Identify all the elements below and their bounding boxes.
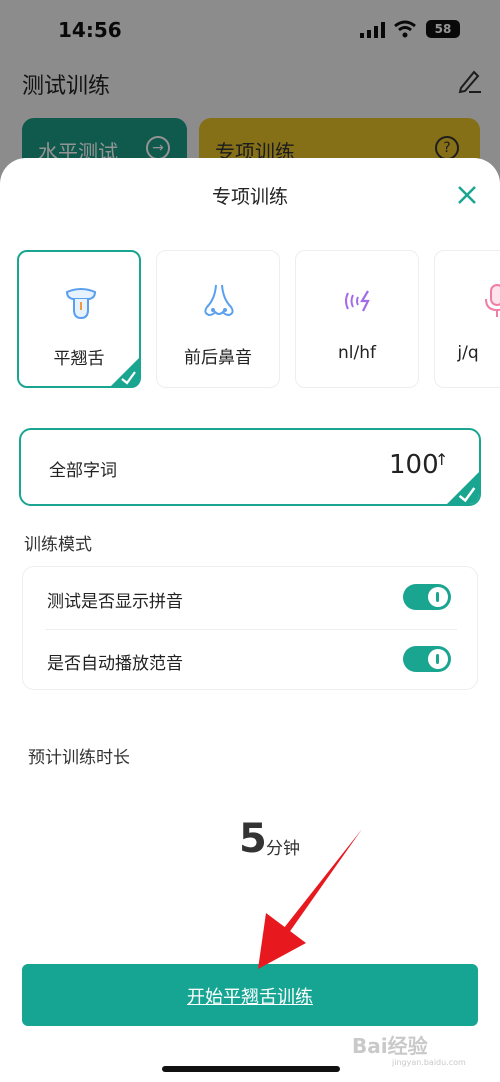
microphone-icon [485, 284, 500, 317]
word-scope-label: 全部字词 [49, 461, 117, 481]
toggle-knob [428, 649, 448, 669]
word-count: 100 [389, 450, 439, 480]
home-indicator[interactable] [162, 1066, 340, 1072]
start-training-label: 开始平翘舌训练 [187, 987, 313, 1008]
watermark: Bai经验 jingyan.baidu.com [352, 1030, 492, 1068]
mode-row-show-pinyin: 测试是否显示拼音 [23, 567, 477, 630]
category-card-pingqiaoshe[interactable]: 平翘舌 [17, 250, 141, 388]
nose-icon [204, 284, 234, 317]
mode-row-autoplay: 是否自动播放范音 [23, 629, 477, 691]
mode-section-title: 训练模式 [24, 535, 92, 555]
mode-options: 测试是否显示拼音 是否自动播放范音 [22, 566, 478, 690]
category-label: nl/hf [338, 343, 376, 363]
duration-title: 预计训练时长 [28, 748, 130, 768]
autoplay-label: 是否自动播放范音 [47, 654, 183, 674]
category-card-nlhf[interactable]: nl/hf [295, 250, 419, 388]
watermark-sub: jingyan.baidu.com [392, 1058, 466, 1067]
category-list: 平翘舌 前后鼻音 nl/hf j/q [17, 250, 500, 388]
sound-wave-icon [345, 290, 370, 312]
close-icon[interactable] [454, 182, 480, 208]
category-card-qianhoubiyin[interactable]: 前后鼻音 [156, 250, 280, 388]
category-card-jq[interactable]: j/q [434, 250, 500, 388]
category-label: j/q [457, 343, 479, 363]
check-icon [447, 472, 479, 504]
annotation-arrow-icon [258, 829, 362, 969]
arrow-up-icon: ↑ [435, 450, 449, 469]
autoplay-toggle[interactable] [403, 646, 451, 672]
check-icon [110, 357, 140, 387]
toggle-knob [428, 587, 448, 607]
word-scope-selector[interactable]: 全部字词 100 ↑ [19, 428, 481, 506]
tongue-icon [65, 288, 97, 320]
sheet-title: 专项训练 [211, 186, 288, 208]
category-label: 前后鼻音 [184, 348, 252, 368]
show-pinyin-label: 测试是否显示拼音 [47, 592, 183, 612]
show-pinyin-toggle[interactable] [403, 584, 451, 610]
watermark-text: Bai经验 [352, 1034, 428, 1058]
